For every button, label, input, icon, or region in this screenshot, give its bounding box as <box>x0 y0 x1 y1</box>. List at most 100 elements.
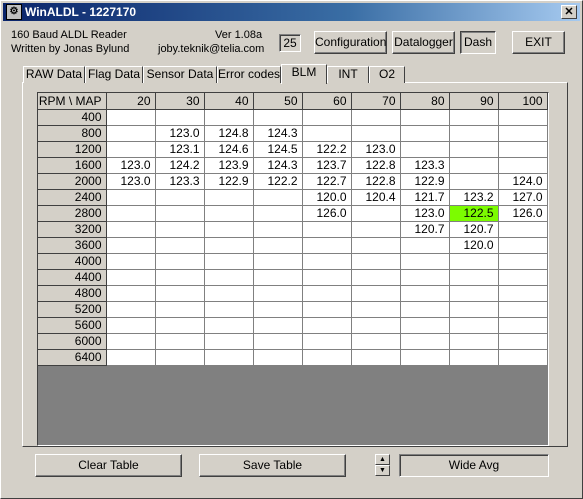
blm-cell[interactable] <box>351 109 401 126</box>
blm-cell[interactable] <box>106 349 156 366</box>
blm-cell[interactable] <box>253 269 303 286</box>
wide-avg-display[interactable]: Wide Avg <box>399 454 549 477</box>
blm-cell[interactable]: 124.3 <box>253 157 303 174</box>
blm-cell[interactable] <box>351 317 401 334</box>
blm-cell[interactable] <box>449 173 499 190</box>
blm-cell[interactable] <box>204 269 254 286</box>
blm-cell[interactable] <box>204 349 254 366</box>
blm-cell[interactable] <box>106 109 156 126</box>
blm-cell[interactable] <box>106 317 156 334</box>
blm-cell[interactable] <box>302 221 352 238</box>
blm-cell[interactable]: 126.0 <box>302 205 352 222</box>
blm-cell[interactable] <box>155 333 205 350</box>
blm-cell[interactable] <box>155 285 205 302</box>
tab-sensor-data[interactable]: Sensor Data <box>143 66 217 83</box>
blm-cell[interactable] <box>351 269 401 286</box>
blm-cell[interactable]: 122.2 <box>253 173 303 190</box>
blm-cell[interactable]: 121.7 <box>400 189 450 206</box>
tab-error-codes[interactable]: Error codes <box>217 66 281 83</box>
blm-cell-current[interactable]: 122.5 <box>449 205 499 222</box>
blm-cell[interactable]: 123.7 <box>302 157 352 174</box>
blm-cell[interactable]: 123.3 <box>155 173 205 190</box>
blm-cell[interactable] <box>204 237 254 254</box>
blm-cell[interactable] <box>449 317 499 334</box>
blm-cell[interactable] <box>302 237 352 254</box>
blm-cell[interactable] <box>155 253 205 270</box>
blm-cell[interactable] <box>302 333 352 350</box>
blm-cell[interactable] <box>449 349 499 366</box>
blm-cell[interactable] <box>400 141 450 158</box>
blm-cell[interactable] <box>351 237 401 254</box>
blm-cell[interactable] <box>253 349 303 366</box>
blm-cell[interactable] <box>400 269 450 286</box>
blm-cell[interactable] <box>302 301 352 318</box>
blm-cell[interactable]: 120.4 <box>351 189 401 206</box>
blm-cell[interactable] <box>400 109 450 126</box>
blm-cell[interactable] <box>253 317 303 334</box>
blm-cell[interactable] <box>155 237 205 254</box>
blm-cell[interactable] <box>253 205 303 222</box>
blm-cell[interactable] <box>204 333 254 350</box>
blm-cell[interactable] <box>204 301 254 318</box>
blm-cell[interactable] <box>106 269 156 286</box>
blm-cell[interactable]: 123.0 <box>400 205 450 222</box>
blm-cell[interactable] <box>253 189 303 206</box>
blm-cell[interactable] <box>351 205 401 222</box>
blm-cell[interactable] <box>155 221 205 238</box>
save-table-button[interactable]: Save Table <box>199 454 346 477</box>
blm-cell[interactable] <box>351 125 401 142</box>
title-bar[interactable]: ⚙ WinALDL - 1227170 ✕ <box>3 3 580 21</box>
blm-cell[interactable]: 123.9 <box>204 157 254 174</box>
blm-cell[interactable] <box>253 109 303 126</box>
blm-cell[interactable] <box>155 269 205 286</box>
blm-cell[interactable] <box>449 333 499 350</box>
blm-cell[interactable] <box>302 109 352 126</box>
blm-cell[interactable] <box>302 269 352 286</box>
blm-cell[interactable] <box>351 253 401 270</box>
tab-flag-data[interactable]: Flag Data <box>85 66 143 83</box>
tab-int[interactable]: INT <box>327 66 369 83</box>
blm-table[interactable]: RPM \ MAP 20 30 40 50 60 70 80 90 100 400 800 123.… <box>38 93 548 366</box>
configuration-button[interactable]: Configuration <box>314 31 387 54</box>
blm-cell[interactable]: 122.9 <box>204 173 254 190</box>
blm-cell[interactable] <box>449 125 499 142</box>
blm-cell[interactable]: 126.0 <box>498 205 548 222</box>
blm-cell[interactable]: 124.0 <box>498 173 548 190</box>
blm-cell[interactable]: 122.7 <box>302 173 352 190</box>
blm-cell[interactable] <box>302 253 352 270</box>
blm-cell[interactable]: 120.7 <box>449 221 499 238</box>
blm-cell[interactable] <box>498 237 548 254</box>
blm-cell[interactable]: 120.0 <box>302 189 352 206</box>
tab-blm[interactable]: BLM <box>281 64 327 84</box>
datalogger-button[interactable]: Datalogger <box>392 31 455 54</box>
blm-cell[interactable] <box>449 301 499 318</box>
blm-cell[interactable] <box>498 285 548 302</box>
blm-cell[interactable] <box>498 253 548 270</box>
blm-cell[interactable] <box>498 125 548 142</box>
blm-cell[interactable]: 122.8 <box>351 157 401 174</box>
blm-cell[interactable] <box>253 221 303 238</box>
blm-cell[interactable] <box>253 333 303 350</box>
blm-cell[interactable]: 123.0 <box>351 141 401 158</box>
blm-cell[interactable] <box>449 141 499 158</box>
blm-cell[interactable] <box>106 253 156 270</box>
avg-spinner[interactable]: ▲ ▼ <box>375 454 390 477</box>
blm-cell[interactable]: 123.0 <box>106 157 156 174</box>
blm-cell[interactable]: 120.7 <box>400 221 450 238</box>
blm-cell[interactable] <box>498 221 548 238</box>
blm-cell[interactable]: 127.0 <box>498 189 548 206</box>
blm-cell[interactable] <box>400 301 450 318</box>
blm-cell[interactable] <box>449 157 499 174</box>
blm-cell[interactable] <box>449 269 499 286</box>
blm-cell[interactable] <box>106 333 156 350</box>
blm-cell[interactable] <box>106 301 156 318</box>
blm-cell[interactable] <box>106 125 156 142</box>
blm-cell[interactable] <box>351 285 401 302</box>
blm-cell[interactable] <box>155 109 205 126</box>
tab-raw-data[interactable]: RAW Data <box>23 66 85 83</box>
blm-cell[interactable] <box>106 205 156 222</box>
blm-cell[interactable]: 124.5 <box>253 141 303 158</box>
blm-cell[interactable]: 122.2 <box>302 141 352 158</box>
blm-cell[interactable] <box>253 237 303 254</box>
blm-cell[interactable] <box>498 269 548 286</box>
